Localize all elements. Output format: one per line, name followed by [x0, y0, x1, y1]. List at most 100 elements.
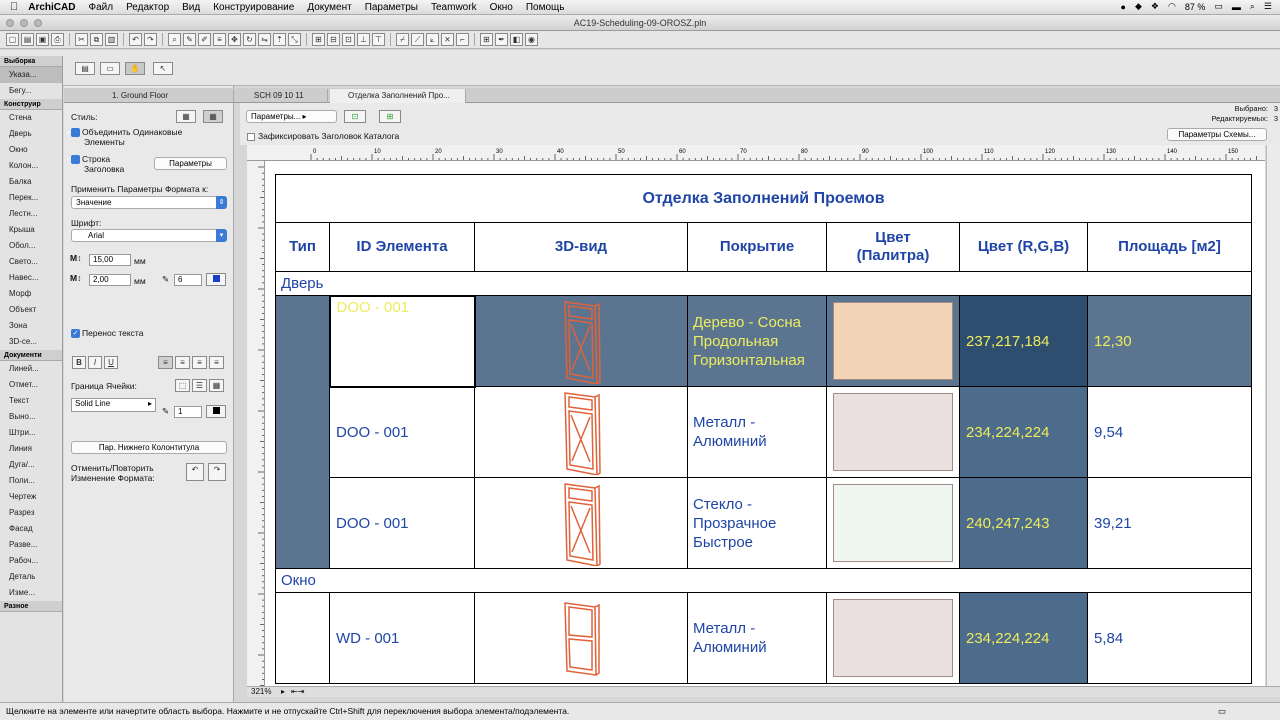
- table-row[interactable]: DOO - 001 Стекло - Прозрачное Быстрое 24…: [276, 477, 1252, 569]
- copy-icon[interactable]: ⧉: [90, 33, 103, 46]
- mirror-icon[interactable]: ⇋: [258, 33, 271, 46]
- align-right-icon[interactable]: ≡: [192, 356, 207, 369]
- area-cell[interactable]: 5,84: [1087, 592, 1252, 684]
- tool-dimension[interactable]: Линей...: [0, 361, 62, 377]
- header-row-checkbox[interactable]: ✓ Строка Заголовка: [66, 154, 146, 174]
- new-file-icon[interactable]: ▢: [6, 33, 19, 46]
- close-window-icon[interactable]: [6, 19, 14, 27]
- rotate-icon[interactable]: ↻: [243, 33, 256, 46]
- tool-morph[interactable]: Морф: [0, 286, 62, 302]
- ungroup-icon[interactable]: ⊟: [327, 33, 340, 46]
- italic-button[interactable]: I: [88, 356, 102, 369]
- tool-detail[interactable]: Деталь: [0, 569, 62, 585]
- tool-wall[interactable]: Стена: [0, 110, 62, 126]
- palette-cell[interactable]: [826, 386, 960, 478]
- paint-format-icon[interactable]: ✋: [125, 62, 145, 75]
- line-type-select[interactable]: Solid Line ▸: [71, 398, 156, 412]
- header-surface[interactable]: Покрытие: [687, 222, 827, 272]
- tool-arc[interactable]: Дуга/...: [0, 457, 62, 473]
- type-cell[interactable]: [275, 295, 330, 569]
- tool-slab[interactable]: Перек...: [0, 190, 62, 206]
- type-cell[interactable]: [275, 592, 330, 684]
- menu-help[interactable]: Помощь: [526, 2, 565, 13]
- menu-edit[interactable]: Редактор: [126, 2, 169, 13]
- pen-input[interactable]: 6: [174, 274, 202, 286]
- menu-options[interactable]: Параметры: [365, 2, 418, 13]
- tool-elevation[interactable]: Фасад: [0, 521, 62, 537]
- tool-3d-mesh[interactable]: 3D-се...: [0, 334, 62, 350]
- surface-cell[interactable]: Дерево - Сосна Продольная Горизонтальная: [687, 295, 827, 387]
- tool-fill[interactable]: Штри...: [0, 425, 62, 441]
- trace-icon[interactable]: ◧: [510, 33, 523, 46]
- redo-icon[interactable]: ↷: [144, 33, 157, 46]
- scheme-params-button[interactable]: Параметры Схемы...: [1167, 128, 1267, 141]
- tool-object[interactable]: Объект: [0, 302, 62, 318]
- palette-cell[interactable]: [826, 477, 960, 569]
- tool-skylight[interactable]: Свето...: [0, 254, 62, 270]
- app-menu[interactable]: ArchiCAD: [28, 2, 75, 13]
- element-id-cell[interactable]: DOO - 001: [329, 477, 475, 569]
- fit-icon[interactable]: ⊡: [344, 110, 366, 123]
- tab-section[interactable]: SCH 09 10 11: [236, 89, 328, 103]
- spotlight-icon[interactable]: ⌕: [1250, 1, 1255, 12]
- menu-file[interactable]: Файл: [88, 2, 113, 13]
- rgb-cell[interactable]: 234,224,224: [959, 386, 1088, 478]
- distribute-icon[interactable]: ⊤: [372, 33, 385, 46]
- tool-zone[interactable]: Зона: [0, 318, 62, 334]
- group-window[interactable]: Окно: [275, 568, 1252, 593]
- zoom-menu-icon[interactable]: ▸: [281, 687, 285, 696]
- 3d-view-cell[interactable]: [474, 295, 688, 387]
- tool-line[interactable]: Линия: [0, 441, 62, 457]
- menu-teamwork[interactable]: Teamwork: [431, 2, 477, 13]
- schedule-title[interactable]: Отделка Заполнений Проемов: [275, 174, 1252, 223]
- surface-cell[interactable]: Стекло - Прозрачное Быстрое: [687, 477, 827, 569]
- border-pen-input[interactable]: 1: [174, 406, 202, 418]
- merge-checkbox[interactable]: ✓ Объединить Одинаковые Элементы: [66, 127, 201, 147]
- fillet-icon[interactable]: ⌐: [456, 33, 469, 46]
- element-id-cell[interactable]: WD - 001: [329, 592, 475, 684]
- tool-change[interactable]: Изме...: [0, 585, 62, 601]
- rgb-cell[interactable]: 240,247,243: [959, 477, 1088, 569]
- 3d-window-icon[interactable]: ◉: [525, 33, 538, 46]
- header-3d-view[interactable]: 3D-вид: [474, 222, 688, 272]
- element-id-cell[interactable]: DOO - 001: [328, 294, 476, 388]
- evernote-icon[interactable]: ◆: [1135, 1, 1142, 12]
- bold-button[interactable]: B: [72, 356, 86, 369]
- adjust-icon[interactable]: ⟀: [426, 33, 439, 46]
- tool-drawing[interactable]: Чертеж: [0, 489, 62, 505]
- tool-text[interactable]: Текст: [0, 393, 62, 409]
- line-spacing-input[interactable]: 2,00: [89, 274, 131, 286]
- freeze-header-checkbox[interactable]: Зафиксировать Заголовок Каталога: [247, 131, 399, 141]
- split-icon[interactable]: ⟋: [411, 33, 424, 46]
- print-icon[interactable]: ⎙: [51, 33, 64, 46]
- paste-icon[interactable]: ▥: [105, 33, 118, 46]
- undo-format-icon[interactable]: ↶: [186, 463, 204, 481]
- toolbox-header-document[interactable]: Документи: [0, 350, 62, 361]
- header-color-palette[interactable]: Цвет (Палитра): [826, 222, 960, 272]
- layers-icon[interactable]: ≡: [213, 33, 226, 46]
- tool-marquee[interactable]: Бегу...: [0, 83, 62, 99]
- tool-shell[interactable]: Обол...: [0, 238, 62, 254]
- menu-window[interactable]: Окно: [490, 2, 513, 13]
- toolbox-header-design[interactable]: Конструир: [0, 99, 62, 110]
- apple-menu-icon[interactable]: : [10, 1, 18, 13]
- rgb-cell[interactable]: 237,217,184: [959, 295, 1088, 387]
- grid-snap-icon[interactable]: ⊞: [480, 33, 493, 46]
- area-cell[interactable]: 9,54: [1087, 386, 1252, 478]
- schedule-params-button[interactable]: Параметры... ▸: [246, 110, 337, 123]
- tool-pointer[interactable]: Указа...: [0, 67, 62, 83]
- underline-button[interactable]: U: [104, 356, 118, 369]
- elevate-icon[interactable]: ⇡: [273, 33, 286, 46]
- table-row[interactable]: DOO - 001 Дерево - Сосна Продольная Гори…: [275, 294, 1252, 569]
- trim-icon[interactable]: ⌿: [396, 33, 409, 46]
- border-none-icon[interactable]: ⬚: [175, 379, 190, 392]
- align-icon[interactable]: ⊥: [357, 33, 370, 46]
- border-all-icon[interactable]: ▦: [209, 379, 224, 392]
- layout-icon[interactable]: ▭: [1218, 703, 1226, 720]
- wrap-checkbox[interactable]: ✓ Перенос текста: [71, 328, 143, 339]
- area-cell[interactable]: 12,30: [1087, 295, 1252, 387]
- pointer-tool-icon[interactable]: ↖: [153, 62, 173, 75]
- font-select[interactable]: Arial ▾: [71, 229, 227, 242]
- surface-cell[interactable]: Металл - Алюминий: [687, 592, 827, 684]
- params-button[interactable]: Параметры: [154, 157, 227, 170]
